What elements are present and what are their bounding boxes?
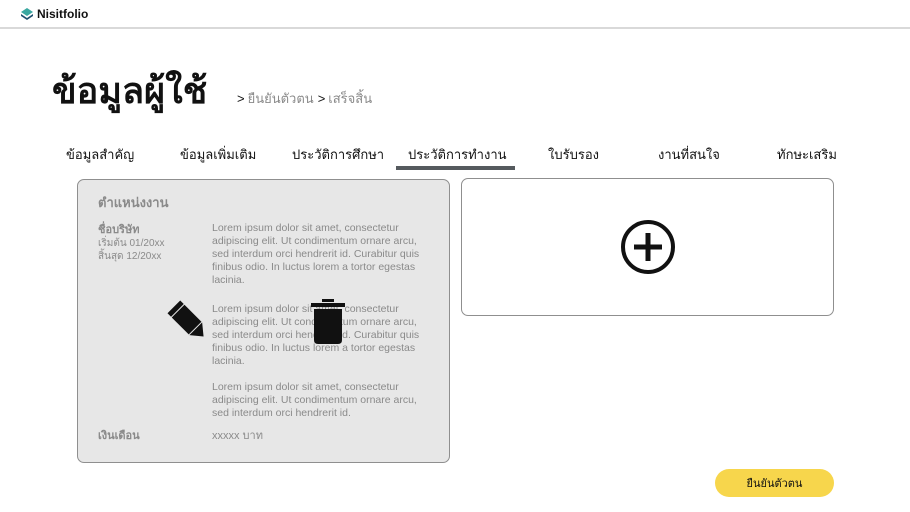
trash-icon[interactable] (311, 299, 345, 344)
work-history-card: ตำแหน่งงาน ชื่อบริษัท เริ่มต้น 01/20xx ส… (77, 179, 450, 463)
tab-additional-info[interactable]: ข้อมูลเพิ่มเติม (180, 144, 256, 165)
page-title: ข้อมูลผู้ใช้ (52, 70, 208, 111)
plus-circle-icon[interactable] (620, 219, 676, 275)
end-date: สิ้นสุด 12/20xx (98, 251, 162, 262)
confirm-identity-button[interactable]: ยืนยันตัวตน (715, 469, 834, 497)
step-verify-identity: ยืนยันตัวตน (247, 91, 314, 106)
tab-certificates[interactable]: ใบรับรอง (548, 144, 599, 165)
job-description-1: Lorem ipsum dolor sit amet, consectetur … (212, 222, 420, 286)
app-logo[interactable]: Nisitfolio (20, 7, 88, 21)
breadcrumb: > ยืนยันตัวตน > เสร็จสิ้น (237, 88, 376, 109)
salary-value: xxxxx บาท (212, 430, 263, 442)
salary-label: เงินเดือน (98, 430, 140, 442)
job-description-3: Lorem ipsum dolor sit amet, consectetur … (212, 381, 417, 419)
tab-extra-skills[interactable]: ทักษะเสริม (777, 144, 837, 165)
tab-interested-jobs[interactable]: งานที่สนใจ (658, 144, 720, 165)
tab-education-history[interactable]: ประวัติการศึกษา (292, 144, 384, 165)
active-tab-indicator (396, 166, 515, 170)
tab-work-history[interactable]: ประวัติการทำงาน (408, 144, 507, 165)
app-name: Nisitfolio (37, 7, 89, 21)
job-position: ตำแหน่งงาน (98, 195, 169, 210)
logo-diamond-icon (21, 8, 33, 20)
tab-essential-info[interactable]: ข้อมูลสำคัญ (66, 144, 134, 165)
step-arrow: > (317, 91, 326, 106)
top-bar: Nisitfolio (0, 0, 910, 29)
pencil-icon[interactable] (166, 299, 210, 343)
add-work-history-card[interactable] (461, 178, 834, 316)
step-arrow: > (237, 91, 245, 106)
step-finished: เสร็จสิ้น (328, 91, 373, 106)
